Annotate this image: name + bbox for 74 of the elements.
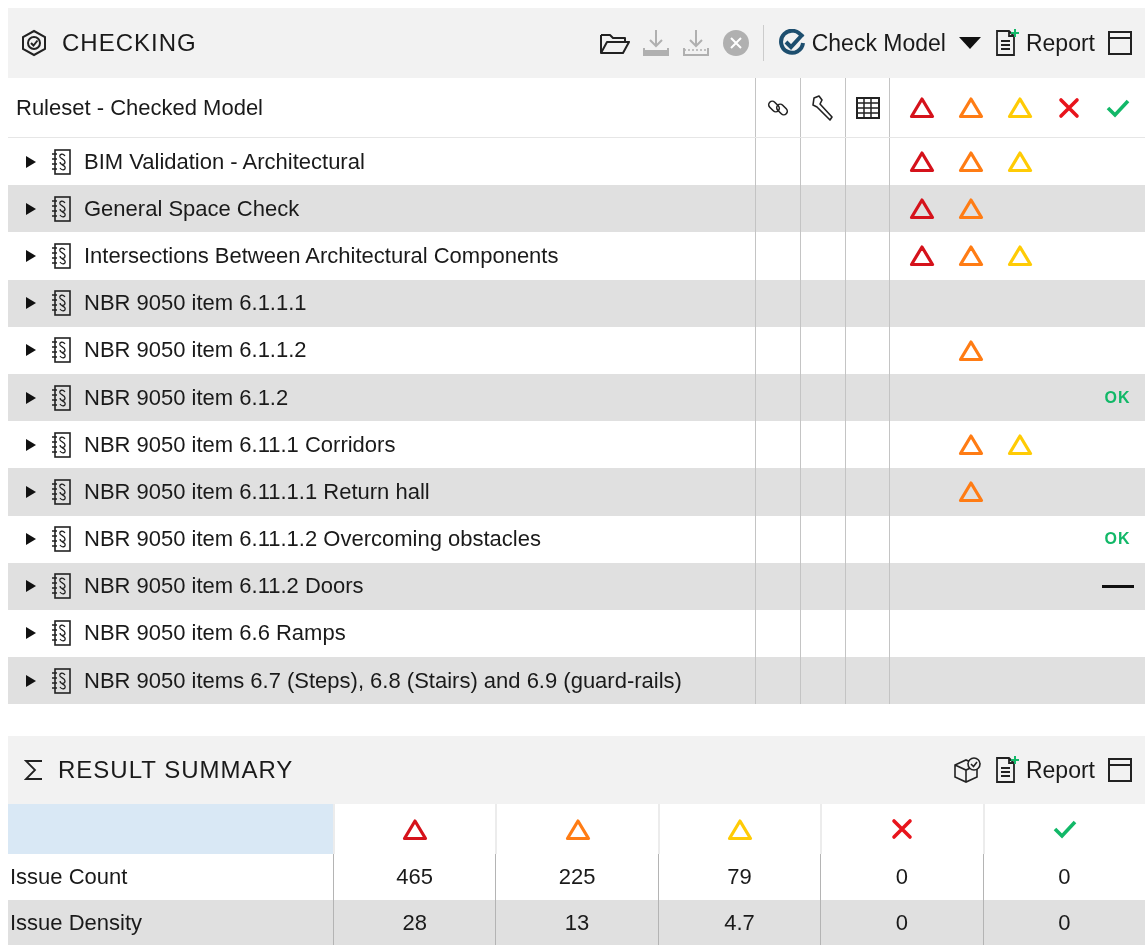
table-icon xyxy=(854,95,881,120)
warning-triangle-icon xyxy=(402,817,429,841)
dash-icon xyxy=(1101,584,1134,588)
ruleset-name[interactable]: NBR 9050 item 6.1.1.1 xyxy=(84,290,307,317)
table-cell xyxy=(845,232,890,280)
ruleset-book-icon xyxy=(50,289,72,318)
checking-icon xyxy=(20,29,48,57)
ruleset-book-icon xyxy=(50,572,72,601)
table-cell xyxy=(845,326,890,374)
expand-arrow-icon[interactable] xyxy=(26,297,36,310)
expand-arrow-icon[interactable] xyxy=(26,391,36,404)
report-document-icon xyxy=(993,755,1020,786)
ruleset-name[interactable]: General Space Check xyxy=(84,195,300,222)
table-cell xyxy=(845,468,890,516)
ruleset-name[interactable]: NBR 9050 item 6.11.1.1 Return hall xyxy=(84,478,430,505)
table-cell: 0 xyxy=(982,900,1145,945)
expand-arrow-icon[interactable] xyxy=(26,533,36,546)
warning-triangle-icon xyxy=(564,817,591,841)
ruleset-name[interactable]: NBR 9050 item 6.1.1.2 xyxy=(84,337,307,364)
report-document-icon xyxy=(993,28,1020,58)
ruleset-book-icon xyxy=(50,430,72,459)
report-button[interactable]: Report xyxy=(991,753,1097,788)
table-cell xyxy=(845,562,890,610)
check-circle-icon xyxy=(777,29,806,57)
ruleset-name[interactable]: NBR 9050 item 6.11.2 Doors xyxy=(84,573,364,600)
ruleset-name[interactable]: NBR 9050 items 6.7 (Steps), 6.8 (Stairs) and 6.9 (guard-rails) xyxy=(84,667,682,694)
checkmark-icon xyxy=(1051,818,1078,841)
expand-arrow-icon[interactable] xyxy=(26,249,36,262)
table-cell: 0 xyxy=(820,900,983,945)
ruleset-name[interactable]: NBR 9050 item 6.6 Ramps xyxy=(84,620,346,647)
table-cell: 28 xyxy=(333,900,496,945)
ruleset-name[interactable]: NBR 9050 item 6.11.1.2 Overcoming obstacles xyxy=(84,526,541,553)
table-cell xyxy=(845,515,890,563)
ruleset-book-icon xyxy=(50,525,72,554)
ruleset-book-icon xyxy=(50,383,72,412)
ok-status: OK xyxy=(1104,388,1131,407)
ruleset-book-icon xyxy=(50,241,72,270)
dropdown-caret-icon[interactable] xyxy=(957,35,982,51)
ok-status: OK xyxy=(1104,530,1131,549)
ruleset-book-icon xyxy=(50,336,72,365)
table-cell xyxy=(845,657,890,705)
expand-arrow-icon[interactable] xyxy=(26,485,36,498)
expand-arrow-icon[interactable] xyxy=(26,580,36,593)
ruleset-book-icon xyxy=(50,666,72,695)
table-cell: 13 xyxy=(495,900,658,945)
row-label: Issue Count xyxy=(9,863,129,892)
expand-arrow-icon[interactable] xyxy=(26,627,36,640)
wrench-icon xyxy=(810,93,836,122)
expand-arrow-icon[interactable] xyxy=(26,344,36,357)
row-label: Issue Density xyxy=(8,900,333,945)
panel-title: CHECKING xyxy=(62,29,197,57)
ruleset-book-icon xyxy=(50,147,72,176)
panel-title: RESULT SUMMARY xyxy=(58,756,294,785)
ruleset-name[interactable]: BIM Validation - Architectural xyxy=(84,148,365,175)
check-model-button[interactable]: Check Model xyxy=(775,27,948,59)
expand-arrow-icon[interactable] xyxy=(26,155,36,168)
expand-arrow-icon[interactable] xyxy=(26,202,36,215)
table-cell xyxy=(845,279,890,327)
ruleset-book-icon xyxy=(50,194,72,223)
ruleset-name[interactable]: NBR 9050 item 6.11.1 Corridors xyxy=(84,431,396,458)
maximize-icon[interactable] xyxy=(1107,30,1133,56)
ruleset-name[interactable]: NBR 9050 item 6.1.2 xyxy=(84,384,289,411)
cross-icon xyxy=(890,817,915,842)
ruleset-name[interactable]: Intersections Between Architectural Components xyxy=(84,242,559,269)
ruleset-book-icon xyxy=(50,477,72,506)
ruleset-book-icon xyxy=(50,619,72,648)
expand-arrow-icon[interactable] xyxy=(26,438,36,451)
column-header: Ruleset - Checked Model xyxy=(16,94,263,121)
table-cell: 4.7 xyxy=(657,900,821,945)
report-button[interactable]: Report xyxy=(991,26,1097,60)
warning-triangle-icon xyxy=(727,817,753,841)
expand-arrow-icon[interactable] xyxy=(26,674,36,687)
model-check-icon[interactable] xyxy=(951,756,982,785)
maximize-icon[interactable] xyxy=(1107,757,1133,784)
